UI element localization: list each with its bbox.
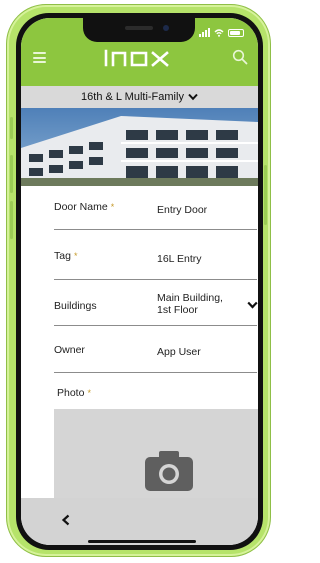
site-selector-label: 16th & L Multi-Family [81, 91, 184, 103]
field-underline [54, 229, 257, 230]
required-marker: * [73, 251, 78, 261]
field-underline [54, 372, 257, 373]
app-screen: 16th & L Multi-Family Door Name * Entry … [21, 18, 258, 545]
tag-label: Tag * [54, 250, 78, 262]
phone-frame: 16th & L Multi-Family Door Name * Entry … [6, 4, 271, 557]
inox-logo-mark [104, 49, 169, 67]
building-banner-image [21, 108, 258, 186]
app-header [21, 18, 258, 86]
notch [83, 18, 195, 42]
chevron-down-icon[interactable] [247, 301, 258, 309]
search-icon[interactable] [232, 49, 248, 65]
door-name-field[interactable]: Door Name * Entry Door [21, 194, 258, 240]
camera-icon[interactable] [139, 445, 199, 495]
bottom-navigation-bar [21, 498, 258, 545]
volume-up-button [10, 155, 13, 193]
field-underline [54, 325, 257, 326]
tag-field[interactable]: Tag * 16L Entry [21, 243, 258, 289]
phone-mockup: 16th & L Multi-Family Door Name * Entry … [0, 0, 277, 563]
tag-value[interactable]: 16L Entry [157, 253, 202, 265]
field-underline [54, 279, 257, 280]
app-logo [21, 46, 258, 74]
photo-label: Photo * [57, 387, 91, 399]
front-camera [163, 25, 169, 31]
site-selector[interactable]: 16th & L Multi-Family [21, 86, 258, 108]
required-marker: * [87, 388, 91, 398]
battery-icon [228, 29, 244, 37]
buildings-label: Buildings [54, 300, 97, 312]
owner-field[interactable]: Owner App User [21, 337, 258, 383]
home-indicator[interactable] [88, 540, 196, 543]
owner-label: Owner [54, 344, 85, 356]
buildings-select[interactable]: Buildings Main Building, 1st Floor [21, 290, 258, 336]
speaker [125, 26, 153, 30]
signal-icon [199, 28, 210, 37]
required-marker: * [110, 202, 115, 212]
status-icons [199, 27, 244, 37]
buildings-value[interactable]: Main Building, 1st Floor [157, 292, 241, 316]
back-chevron-icon[interactable] [61, 514, 71, 526]
phone-bezel: 16th & L Multi-Family Door Name * Entry … [16, 13, 263, 550]
door-name-value[interactable]: Entry Door [157, 204, 207, 216]
volume-down-button [10, 201, 13, 239]
chevron-down-icon [188, 93, 198, 101]
door-name-label: Door Name * [54, 201, 115, 213]
power-button [264, 165, 267, 225]
photo-upload-area[interactable] [54, 409, 258, 509]
status-bar [21, 18, 258, 44]
mute-switch [10, 117, 13, 139]
wifi-icon [214, 29, 224, 37]
owner-value[interactable]: App User [157, 346, 201, 358]
